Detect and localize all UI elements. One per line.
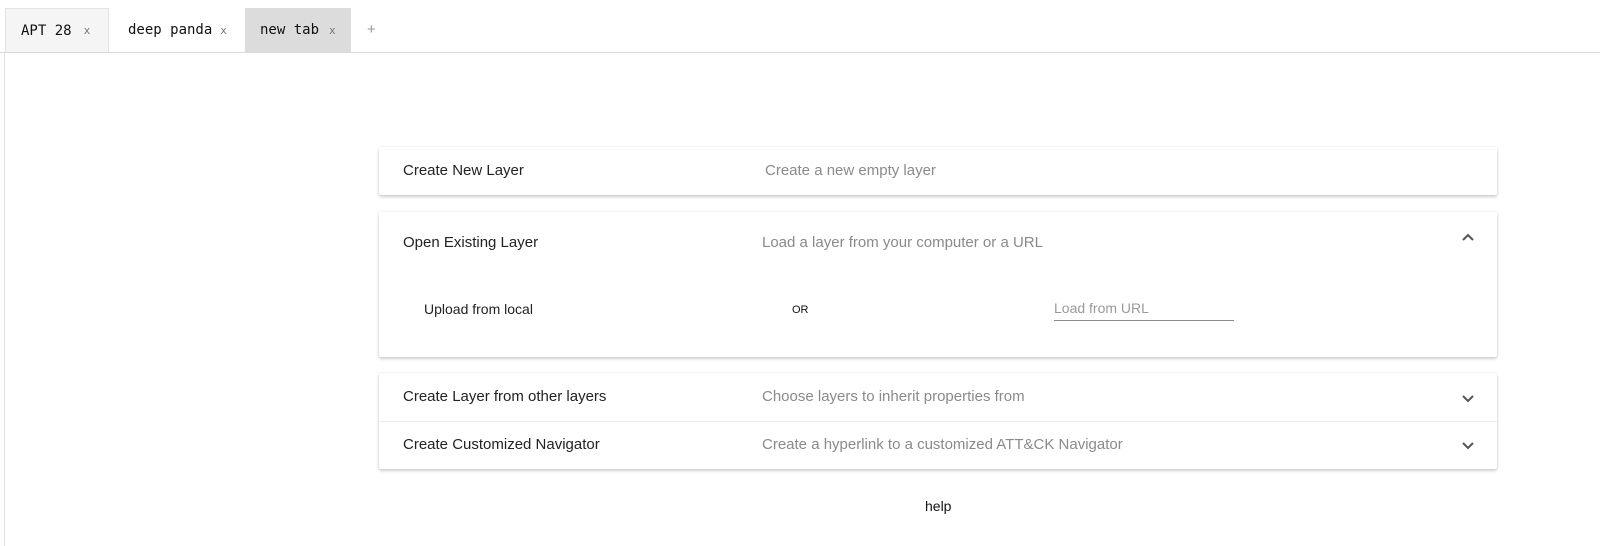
- or-separator: OR: [792, 304, 809, 316]
- content-left-border: [4, 53, 5, 546]
- chevron-down-icon[interactable]: [1461, 393, 1475, 403]
- panel-description: Create a hyperlink to a customized ATT&C…: [762, 436, 1123, 453]
- create-from-other-layers-header[interactable]: Create Layer from other layers Choose la…: [379, 373, 1497, 421]
- panel-title: Open Existing Layer: [403, 234, 539, 251]
- panel-description: Choose layers to inherit properties from: [762, 388, 1025, 405]
- upload-from-local-button[interactable]: Upload from local: [424, 301, 533, 317]
- panel-description: Load a layer from your computer or a URL: [762, 234, 1043, 251]
- tab-label: APT 28: [21, 22, 72, 39]
- layer-options-panel: Create Layer from other layers Choose la…: [379, 373, 1497, 469]
- panel-title: Create Layer from other layers: [403, 388, 607, 405]
- chevron-down-icon[interactable]: [1461, 440, 1475, 450]
- chevron-up-icon[interactable]: [1461, 233, 1475, 243]
- open-existing-layer-panel: Open Existing Layer Load a layer from yo…: [379, 212, 1497, 357]
- add-tab-button[interactable]: +: [367, 21, 376, 38]
- create-new-layer-panel: Create New Layer Create a new empty laye…: [379, 147, 1497, 195]
- open-existing-layer-header[interactable]: Open Existing Layer Load a layer from yo…: [379, 212, 1497, 272]
- tab-deep-panda[interactable]: deep panda x: [112, 8, 242, 52]
- load-from-url-input[interactable]: [1054, 296, 1234, 321]
- create-new-layer-header[interactable]: Create New Layer Create a new empty laye…: [379, 147, 1497, 195]
- create-customized-navigator-header[interactable]: Create Customized Navigator Create a hyp…: [379, 422, 1497, 469]
- panel-description: Create a new empty layer: [765, 162, 936, 179]
- app-page: APT 28 x deep panda x new tab x + Create…: [0, 0, 1600, 546]
- close-icon[interactable]: x: [220, 24, 227, 37]
- tab-apt-28[interactable]: APT 28 x: [5, 8, 109, 52]
- panel-title: Create Customized Navigator: [403, 436, 600, 453]
- close-icon[interactable]: x: [329, 24, 336, 37]
- tab-new-tab[interactable]: new tab x: [245, 8, 351, 52]
- close-icon[interactable]: x: [84, 24, 91, 37]
- tab-label: new tab: [260, 22, 320, 38]
- panel-title: Create New Layer: [403, 162, 524, 179]
- tab-bar: APT 28 x deep panda x new tab x +: [0, 0, 1600, 53]
- help-link[interactable]: help: [925, 498, 951, 514]
- tab-label: deep panda: [128, 22, 213, 38]
